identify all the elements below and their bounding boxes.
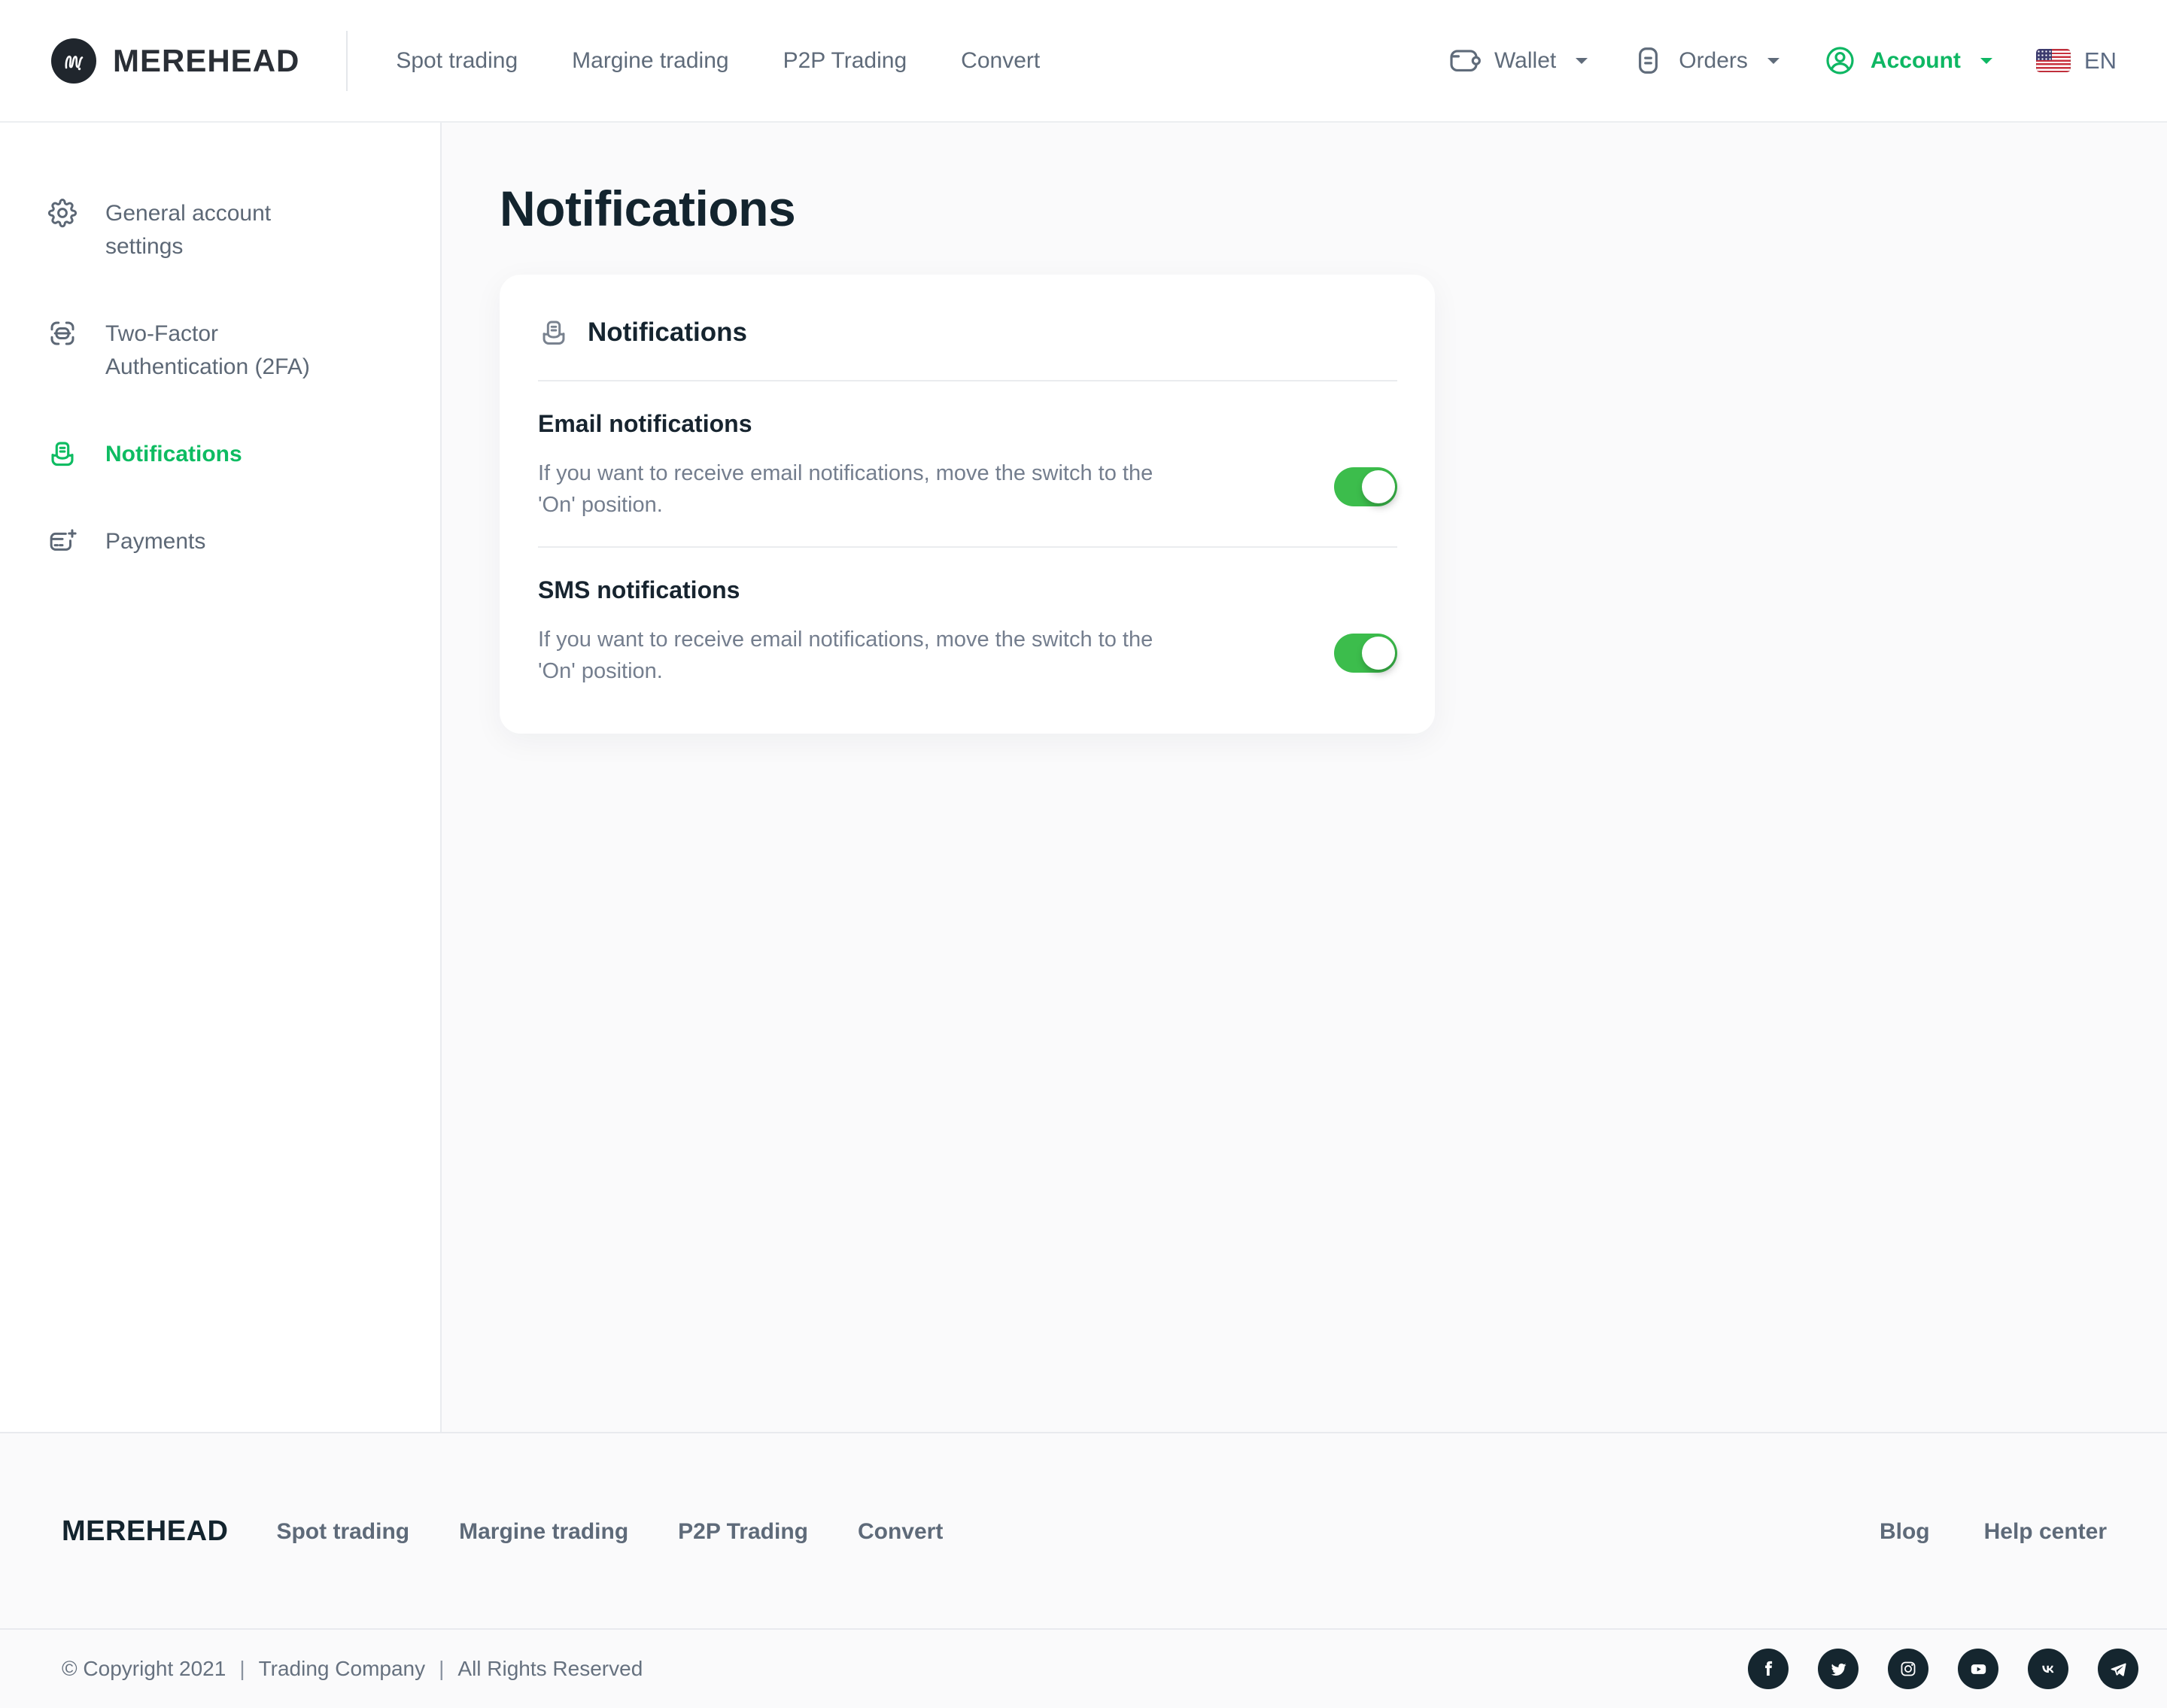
footer-links: Spot trading Margine trading P2P Trading… (276, 1519, 943, 1545)
nav-link-spot-trading[interactable]: Spot trading (396, 48, 518, 74)
main-content: Notifications Notifications Email notifi… (442, 123, 2167, 1432)
sidebar-item-label: General account settings (105, 197, 354, 263)
chevron-down-icon (1979, 56, 1994, 65)
gear-icon (47, 197, 78, 229)
email-notifications-description: If you want to receive email notificatio… (538, 457, 1163, 521)
separator: | (239, 1657, 245, 1681)
orders-menu[interactable]: Orders (1631, 44, 1781, 77)
twitter-icon (1828, 1659, 1849, 1679)
rights-text: All Rights Reserved (457, 1657, 643, 1681)
footer-link-blog[interactable]: Blog (1880, 1519, 1930, 1545)
email-notifications-row: Email notifications If you want to recei… (538, 381, 1397, 521)
telegram-icon (2108, 1659, 2129, 1679)
language-selector[interactable]: EN (2036, 47, 2117, 74)
card-header: Notifications (538, 317, 1397, 348)
sms-notifications-toggle[interactable] (1334, 634, 1397, 673)
footer-link-convert[interactable]: Convert (858, 1519, 943, 1545)
setting-info: Email notifications If you want to recei… (538, 410, 1163, 521)
navbar-divider (346, 31, 348, 91)
footer-top: MEREHEAD Spot trading Margine trading P2… (0, 1433, 2167, 1588)
merehead-logo-icon (51, 38, 96, 84)
settings-sidebar: General account settings Two-Factor Auth… (0, 123, 442, 1432)
sidebar-item-payments[interactable]: Payments (47, 525, 410, 558)
notifications-icon (47, 438, 78, 470)
sms-notifications-description: If you want to receive email notificatio… (538, 624, 1163, 687)
page-title: Notifications (500, 180, 2167, 237)
facebook-icon (1758, 1659, 1778, 1679)
orders-icon (1631, 44, 1665, 77)
notifications-card: Notifications Email notifications If you… (500, 275, 1435, 734)
sidebar-item-label: Notifications (105, 438, 242, 471)
footer-bottom: © Copyright 2021 | Trading Company | All… (0, 1630, 2167, 1708)
toggle-knob (1362, 470, 1395, 503)
social-links (1748, 1649, 2138, 1689)
footer-secondary-links: Blog Help center (1880, 1519, 2107, 1545)
footer-link-help-center[interactable]: Help center (1984, 1519, 2107, 1545)
account-icon (1823, 44, 1857, 77)
youtube-icon (1968, 1659, 1989, 1679)
footer-brand-wordmark[interactable]: MEREHEAD (62, 1515, 228, 1548)
nav-link-p2p-trading[interactable]: P2P Trading (783, 48, 907, 74)
footer-link-spot-trading[interactable]: Spot trading (276, 1519, 409, 1545)
card-title: Notifications (588, 318, 747, 348)
us-flag-icon (2036, 49, 2071, 72)
separator: | (439, 1657, 444, 1681)
wallet-label: Wallet (1494, 48, 1556, 74)
youtube-button[interactable] (1958, 1649, 1998, 1689)
footer-link-p2p-trading[interactable]: P2P Trading (678, 1519, 808, 1545)
orders-label: Orders (1679, 48, 1748, 74)
language-code: EN (2084, 47, 2117, 74)
body-row: General account settings Two-Factor Auth… (0, 123, 2167, 1432)
copyright-year: © Copyright 2021 (62, 1657, 226, 1681)
payments-icon (47, 525, 78, 557)
wallet-icon (1447, 44, 1481, 77)
two-factor-icon (47, 318, 78, 349)
sms-notifications-row: SMS notifications If you want to receive… (538, 548, 1397, 699)
copyright-text: © Copyright 2021 | Trading Company | All… (62, 1657, 643, 1681)
account-menu[interactable]: Account (1823, 44, 1994, 77)
wallet-menu[interactable]: Wallet (1447, 44, 1589, 77)
nav-actions: Wallet Orders Account (1447, 44, 2117, 77)
toggle-knob (1362, 637, 1395, 670)
company-name: Trading Company (259, 1657, 426, 1681)
sidebar-item-two-factor[interactable]: Two-Factor Authentication (2FA) (47, 318, 410, 384)
top-navbar: MEREHEAD Spot trading Margine trading P2… (0, 0, 2167, 123)
facebook-button[interactable] (1748, 1649, 1789, 1689)
setting-info: SMS notifications If you want to receive… (538, 576, 1163, 687)
email-notifications-toggle[interactable] (1334, 467, 1397, 506)
sidebar-item-label: Two-Factor Authentication (2FA) (105, 318, 354, 384)
instagram-button[interactable] (1888, 1649, 1928, 1689)
footer: MEREHEAD Spot trading Margine trading P2… (0, 1432, 2167, 1708)
sidebar-item-label: Payments (105, 525, 205, 558)
instagram-icon (1898, 1659, 1918, 1679)
main-nav: Spot trading Margine trading P2P Trading… (396, 48, 1040, 74)
chevron-down-icon (1574, 56, 1589, 65)
telegram-button[interactable] (2098, 1649, 2138, 1689)
sms-notifications-label: SMS notifications (538, 576, 1163, 604)
inbox-letter-icon (538, 317, 570, 348)
vk-icon (2038, 1658, 2059, 1679)
footer-link-margine-trading[interactable]: Margine trading (459, 1519, 628, 1545)
page: MEREHEAD Spot trading Margine trading P2… (0, 0, 2167, 1708)
sidebar-item-general-settings[interactable]: General account settings (47, 197, 410, 263)
vk-button[interactable] (2028, 1649, 2068, 1689)
nav-link-margine-trading[interactable]: Margine trading (572, 48, 728, 74)
email-notifications-label: Email notifications (538, 410, 1163, 438)
chevron-down-icon (1766, 56, 1781, 65)
sidebar-item-notifications[interactable]: Notifications (47, 438, 410, 471)
twitter-button[interactable] (1818, 1649, 1859, 1689)
brand-wordmark: MEREHEAD (113, 43, 299, 79)
account-label: Account (1871, 48, 1961, 74)
nav-link-convert[interactable]: Convert (961, 48, 1040, 74)
brand-logo[interactable]: MEREHEAD (51, 38, 299, 84)
